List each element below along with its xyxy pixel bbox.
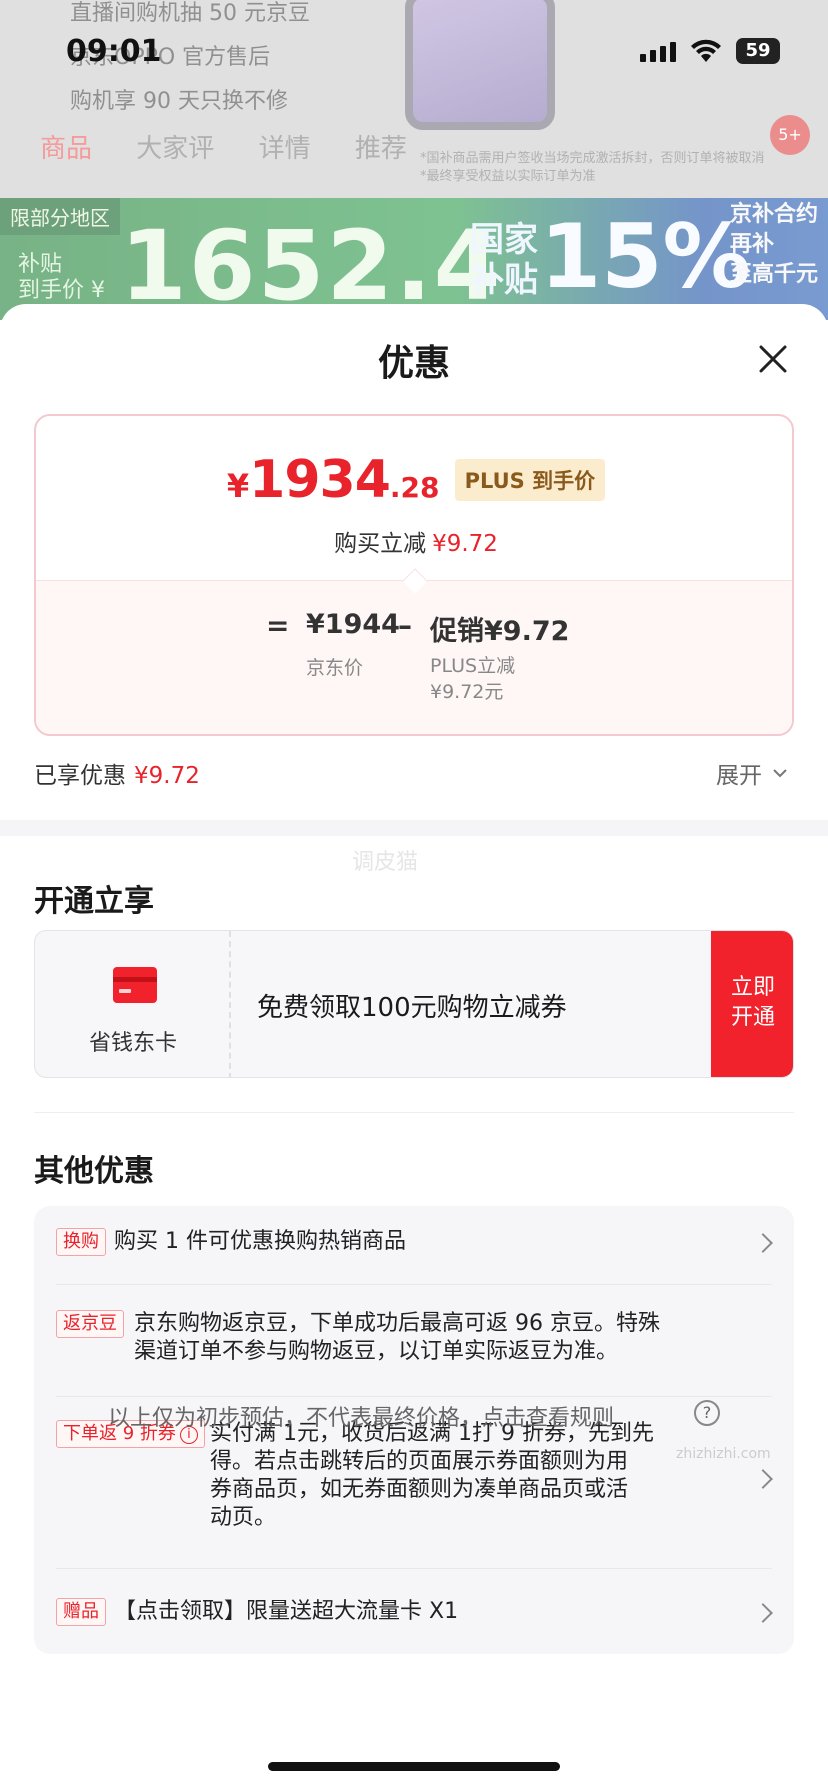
discount-sheet: 优惠 ¥1934.28 PLUS 到手价 购买立减 ¥9.72 = ¥1944 京… [0,304,828,1792]
price-integer: 1934 [249,450,391,510]
offer-tag: 返京豆 [56,1310,124,1338]
battery-icon: 59 [736,38,780,64]
price-decimal: .28 [389,471,440,504]
sheet-title: 优惠 [377,343,450,384]
plus-price-tag: PLUS 到手价 [454,459,606,501]
promo-discount: 促销¥9.72 [430,616,570,647]
wifi-icon [691,39,721,62]
promo-label-line: PLUS立减 [430,655,516,677]
offer-tag: 换购 [56,1228,106,1256]
price-summary-card: ¥1934.28 PLUS 到手价 购买立减 ¥9.72 = ¥1944 京东价 … [34,414,794,736]
minus-sign: – [398,609,412,642]
final-price: ¥1934.28 [227,450,440,510]
final-price-row: ¥1934.28 PLUS 到手价 [36,450,792,510]
chevron-right-icon [753,1603,773,1623]
membership-card-offer[interactable]: 省钱东卡 免费领取100元购物立减券 立即 开通 [34,930,794,1078]
enjoyed-label: 已享优惠 [34,763,126,789]
home-indicator[interactable] [268,1762,560,1771]
enjoyed-amount: ¥9.72 [134,763,200,789]
close-icon[interactable] [754,340,792,378]
divider [34,1112,794,1113]
offer-divider [56,1568,772,1569]
offer-divider [56,1396,772,1397]
price-currency: ¥ [226,467,250,505]
chevron-right-icon [753,1233,773,1253]
reduce-amount: ¥9.72 [432,531,498,557]
price-breakdown: = ¥1944 京东价 – 促销¥9.72 PLUS立减 ¥9.72元 [36,580,792,734]
status-time: 09:01 [66,34,162,69]
card-offer-left: 省钱东卡 [35,931,231,1077]
equals-sign: = [266,609,290,642]
open-benefits-title: 开通立享 [34,884,154,919]
cellular-signal-icon [640,42,676,62]
reduce-label: 购买立减 [334,531,427,557]
offer-text-line: 得。若点击跳转后的页面展示券面额则为用 [210,1449,629,1474]
offer-tag: 赠品 [56,1598,106,1626]
offer-text: 实付满 1元，收货后返满 1打 9 折券，先到先 得。若点击跳转后的页面展示券面… [210,1420,654,1532]
activate-label-line: 开通 [730,1005,775,1030]
offer-item-trade-in[interactable]: 换购 购买 1 件可优惠换购热销商品 [56,1228,773,1258]
status-bar: 09:01 59 [0,0,828,100]
offer-text-line: 券商品页，如无券面额则为凑单商品页或活 [210,1477,629,1502]
credit-card-icon [113,967,157,1003]
chevron-down-icon [773,769,787,778]
offer-item-coupon-return[interactable]: 下单返 9 折券 i 实付满 1元，收货后返满 1打 9 折券，先到先 得。若点击… [56,1420,773,1536]
offer-item-gift[interactable]: 赠品 【点击领取】限量送超大流量卡 X1 [56,1598,773,1628]
price-top: ¥1934.28 PLUS 到手价 购买立减 ¥9.72 [36,416,792,580]
offer-text-line: 动页。 [210,1505,277,1530]
card-name: 省钱东卡 [88,1031,177,1056]
activate-label-line: 立即 [730,975,775,1000]
instant-reduce-row: 购买立减 ¥9.72 [36,524,792,558]
offer-item-jd-beans: 返京豆 京东购物返京豆，下单成功后最高可返 96 京豆。特殊 渠道订单不参与购物… [56,1310,772,1370]
offer-text: 【点击领取】限量送超大流量卡 X1 [114,1599,459,1624]
site-watermark: zhizhizhi.com [676,1446,771,1462]
other-offers-title: 其他优惠 [34,1154,154,1189]
expand-label: 展开 [716,763,762,789]
promo-label-line: ¥9.72元 [430,681,504,703]
offer-text: 京东购物返京豆，下单成功后最高可返 96 京豆。特殊 渠道订单不参与购物返豆，以… [134,1310,660,1366]
jd-price: ¥1944 [306,609,400,640]
offer-text-line: 京东购物返京豆，下单成功后最高可返 96 京豆。特殊 [134,1311,660,1336]
enjoyed-discount: 已享优惠 ¥9.72 [34,756,200,790]
offer-text-line: 渠道订单不参与购物返豆，以订单实际返豆为准。 [134,1339,619,1364]
expand-button[interactable]: 展开 [716,756,788,790]
offer-divider [56,1284,772,1285]
pricing-rules-note[interactable]: 以上仅为初步预估，不代表最终价格，点击查看规则 [108,1400,614,1432]
promo-discount-label: PLUS立减 ¥9.72元 [430,653,515,705]
jd-price-label: 京东价 [306,657,364,679]
offer-text: 购买 1 件可优惠换购热销商品 [114,1229,406,1254]
chevron-right-icon [753,1469,773,1489]
card-offer-description: 免费领取100元购物立减券 [257,993,567,1023]
activate-now-button[interactable]: 立即 开通 [711,931,793,1077]
watermark-text: 调皮猫 [352,850,419,875]
help-icon[interactable]: ? [694,1400,720,1426]
section-separator [0,820,828,836]
